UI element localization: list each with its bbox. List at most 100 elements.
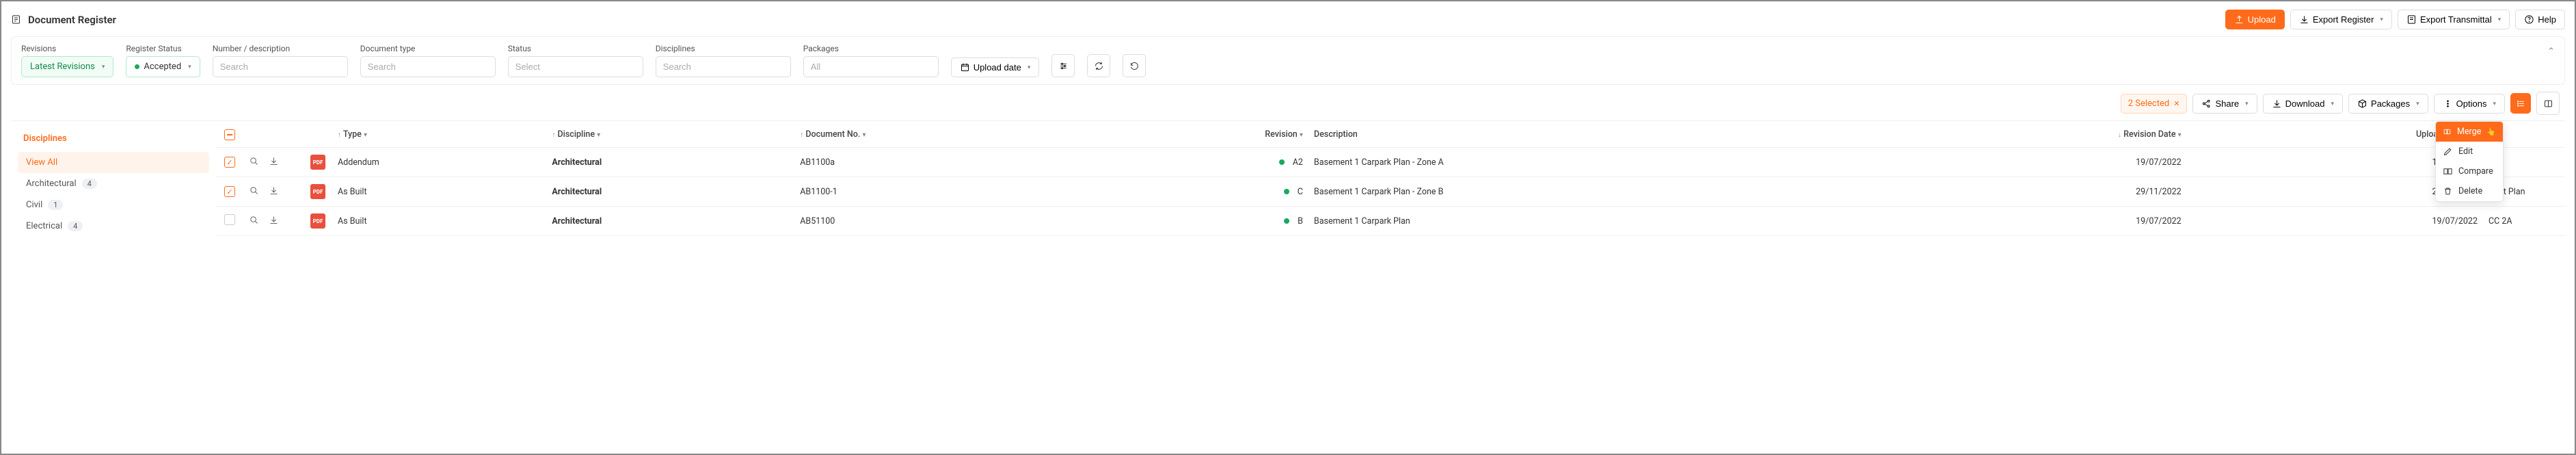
search-icon[interactable] — [249, 185, 259, 196]
documents-table: ↑ Type ▾ ↑ Discipline ▾ ↑ Document No. ▾… — [216, 121, 2565, 236]
row-checkbox[interactable] — [224, 214, 235, 225]
download-button[interactable]: Download — [2263, 94, 2343, 114]
options-icon — [2443, 99, 2453, 109]
export-transmittal-button[interactable]: Export Transmittal — [2398, 10, 2510, 29]
packages-filter-label: Packages — [803, 44, 939, 53]
document-icon — [11, 14, 21, 25]
sidebar-item-view-all[interactable]: View All — [18, 152, 209, 173]
packages-select[interactable] — [803, 56, 939, 77]
revision-date-header[interactable]: ↓ Revision Date ▾ — [1883, 121, 2187, 148]
download-row-icon[interactable] — [269, 156, 279, 166]
sidebar-item-electrical[interactable]: Electrical4 — [18, 216, 209, 237]
docno-header[interactable]: ↑ Document No. ▾ — [794, 121, 1108, 148]
sidebar-item-count: 4 — [82, 179, 97, 189]
page-title: Document Register — [28, 14, 116, 26]
doctype-search-input[interactable] — [360, 56, 496, 77]
revisions-dropdown[interactable]: Latest Revisions — [21, 56, 113, 77]
panel-view-toggle[interactable] — [2536, 92, 2560, 115]
table-row[interactable]: PDF Addendum Architectural AB1100a A2 Ba… — [216, 148, 2565, 177]
revision-header[interactable]: Revision ▾ — [1108, 121, 1309, 148]
upload-date-filter[interactable]: Upload date — [951, 57, 1040, 77]
row-checkbox[interactable] — [224, 157, 235, 168]
cell-revision-date: 29/11/2022 — [1883, 177, 2187, 207]
sidebar-item-civil[interactable]: Civil1 — [18, 194, 209, 216]
disciplines-search-input[interactable] — [656, 56, 791, 77]
cell-description: Basement 1 Carpark Plan - Zone A — [1309, 148, 1883, 177]
merge-icon — [2443, 127, 2452, 137]
filter-bar: Revisions Latest Revisions Register Stat… — [11, 36, 2565, 85]
help-icon — [2524, 14, 2534, 25]
edit-option[interactable]: Edit — [2436, 142, 2503, 161]
upload-icon — [2234, 14, 2244, 25]
table-row[interactable]: PDF As Built Architectural AB1100-1 C Ba… — [216, 177, 2565, 207]
cell-description: Basement 1 Carpark Plan - Zone B — [1309, 177, 1883, 207]
sidebar-item-label: Civil — [26, 200, 42, 210]
selected-count-pill[interactable]: 2 Selected ✕ — [2121, 94, 2188, 114]
status-label: Status — [508, 44, 643, 53]
refresh-icon — [1094, 61, 1104, 71]
list-view-toggle[interactable] — [2510, 93, 2531, 114]
reset-button[interactable] — [1123, 54, 1146, 77]
row-checkbox[interactable] — [224, 186, 235, 197]
search-icon[interactable] — [249, 215, 259, 225]
sidebar-item-architectural[interactable]: Architectural4 — [18, 173, 209, 194]
delete-option[interactable]: Delete — [2436, 181, 2503, 201]
cell-extra: CC 2A — [2483, 207, 2565, 236]
status-dot-icon — [1284, 218, 1289, 224]
cell-revision-date: 19/07/2022 — [1883, 148, 2187, 177]
packages-button[interactable]: Packages — [2348, 94, 2428, 114]
cell-discipline: Architectural — [546, 177, 794, 207]
export-icon — [2299, 14, 2309, 25]
cell-type: Addendum — [332, 148, 546, 177]
cell-description: Basement 1 Carpark Plan — [1309, 207, 1883, 236]
clear-selection-icon[interactable]: ✕ — [2173, 99, 2179, 108]
download-row-icon[interactable] — [269, 215, 279, 225]
settings-filter-button[interactable] — [1051, 54, 1075, 77]
pdf-icon: PDF — [310, 155, 325, 170]
options-button[interactable]: Options — [2434, 94, 2505, 114]
share-icon — [2201, 99, 2212, 109]
type-header[interactable]: ↑ Type ▾ — [332, 121, 546, 148]
download-row-icon[interactable] — [269, 185, 279, 196]
doctype-label: Document type — [360, 44, 496, 53]
cell-revision: A2 — [1108, 148, 1309, 177]
status-dot-icon — [1284, 189, 1289, 194]
register-status-dropdown[interactable]: Accepted — [126, 56, 200, 77]
header: Document Register Upload Export Register… — [11, 10, 2565, 29]
cell-docno: AB51100 — [794, 207, 1108, 236]
panel-icon — [2543, 99, 2553, 109]
status-select[interactable] — [508, 56, 643, 77]
number-search-input[interactable] — [213, 56, 348, 77]
collapse-filter-icon[interactable]: ⌃ — [2547, 47, 2555, 57]
compare-option[interactable]: Compare — [2436, 161, 2503, 181]
package-icon — [2357, 99, 2367, 109]
sidebar-title: Disciplines — [18, 129, 209, 148]
cell-discipline: Architectural — [546, 148, 794, 177]
description-header[interactable]: Description — [1309, 121, 1883, 148]
disciplines-filter-label: Disciplines — [656, 44, 791, 53]
options-dropdown: Merge 👆 Edit Compare Delete — [2435, 121, 2504, 202]
share-button[interactable]: Share — [2192, 94, 2257, 114]
cell-docno: AB1100-1 — [794, 177, 1108, 207]
help-button[interactable]: Help — [2515, 10, 2565, 29]
upload-button[interactable]: Upload — [2225, 10, 2285, 29]
sidebar-item-count: 4 — [68, 221, 83, 231]
table-row[interactable]: PDF As Built Architectural AB51100 B Bas… — [216, 207, 2565, 236]
pdf-icon: PDF — [310, 184, 325, 199]
sidebar-item-label: View All — [26, 157, 57, 168]
number-label: Number / description — [213, 44, 348, 53]
select-all-checkbox[interactable] — [224, 129, 235, 140]
cell-type: As Built — [332, 177, 546, 207]
revisions-label: Revisions — [21, 44, 113, 53]
list-icon — [2516, 99, 2526, 109]
discipline-header[interactable]: ↑ Discipline ▾ — [546, 121, 794, 148]
transmittal-icon — [2406, 14, 2417, 25]
search-icon[interactable] — [249, 156, 259, 166]
edit-icon — [2443, 146, 2453, 157]
calendar-icon — [960, 62, 970, 73]
refresh-button[interactable] — [1087, 54, 1110, 77]
merge-option[interactable]: Merge 👆 — [2436, 122, 2503, 142]
export-register-button[interactable]: Export Register — [2290, 10, 2392, 29]
cell-type: As Built — [332, 207, 546, 236]
cell-uploaded-date: 19/07/2022 — [2187, 207, 2483, 236]
